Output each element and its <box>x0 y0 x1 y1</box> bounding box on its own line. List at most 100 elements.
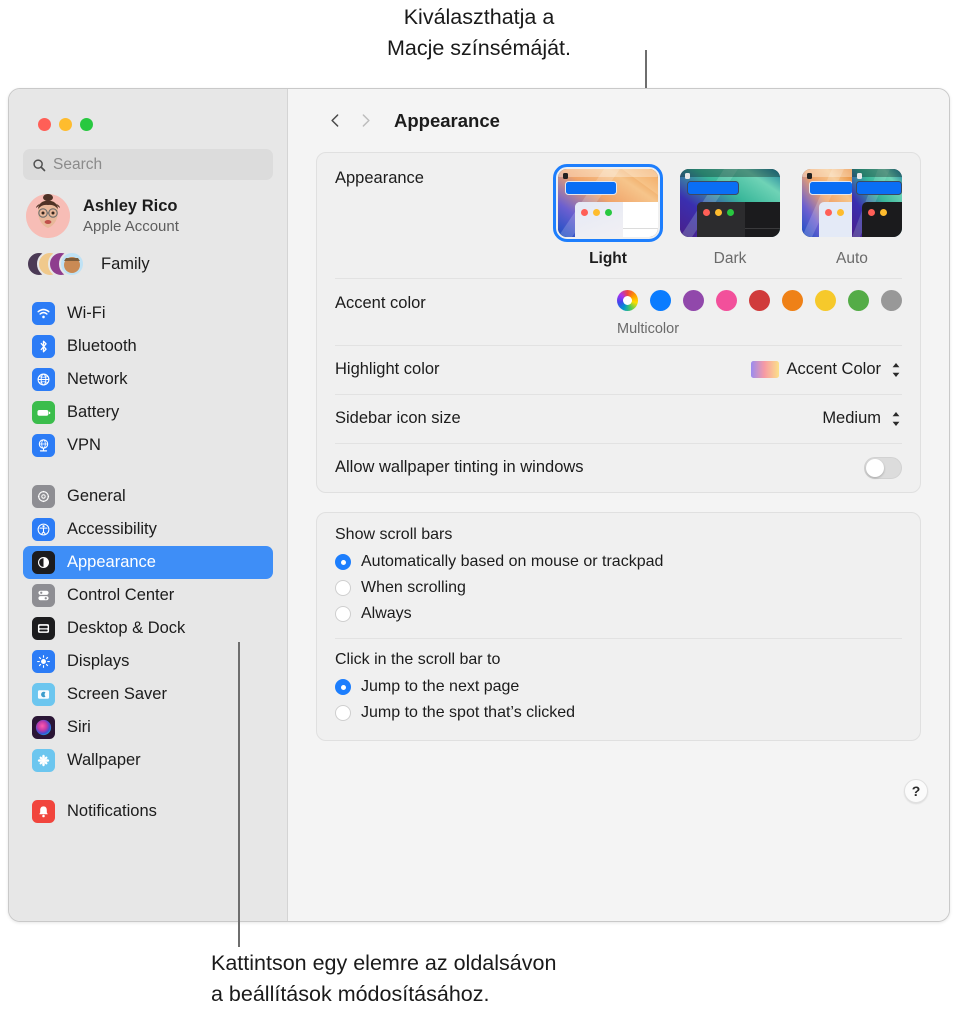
sidebar-icon-size-popup[interactable]: Medium <box>822 409 902 429</box>
sidebar-item-displays[interactable]: Displays <box>23 645 273 678</box>
highlight-color-popup[interactable]: Accent Color <box>751 360 902 380</box>
mini-sidebar <box>697 202 745 237</box>
sidebar-item-desktop-and-dock[interactable]: Desktop & Dock <box>23 612 273 645</box>
accent-color-row: Accent color <box>317 278 920 345</box>
sidebar-item-screen-saver[interactable]: Screen Saver <box>23 678 273 711</box>
close-button[interactable] <box>38 118 51 131</box>
chevron-left-icon[interactable] <box>320 106 350 136</box>
sidebar-item-label: Accessibility <box>67 520 157 539</box>
sidebar-item-label: Appearance <box>67 553 156 572</box>
click-scroll-bar-title: Click in the scroll bar to <box>335 651 902 669</box>
sidebar: Search <box>9 89 288 921</box>
sidebar-item-bluetooth[interactable]: Bluetooth <box>23 330 273 363</box>
sidebar-group-notifications: Notifications <box>23 795 273 828</box>
page-title: Appearance <box>394 110 500 132</box>
battery-icon <box>32 401 55 424</box>
sidebar-item-label: Wi-Fi <box>67 304 105 323</box>
sidebar-item-network[interactable]: Network <box>23 363 273 396</box>
accent-swatch-yellow[interactable] <box>815 290 836 311</box>
sidebar-icon-size-row: Sidebar icon size Medium <box>317 394 920 443</box>
chevron-updown-icon <box>889 409 902 429</box>
appearance-option-dark[interactable]: Dark <box>680 169 780 268</box>
accent-swatch-pink[interactable] <box>716 290 737 311</box>
mini-selection-bar <box>565 181 617 195</box>
account-row[interactable]: Ashley Rico Apple Account <box>23 180 273 242</box>
sidebar-item-label: General <box>67 487 126 506</box>
sidebar-item-control-center[interactable]: Control Center <box>23 579 273 612</box>
mini-traffic-lights <box>581 209 612 216</box>
mini-menubar <box>680 169 780 177</box>
search-input[interactable]: Search <box>23 149 273 180</box>
accent-swatch-purple[interactable] <box>683 290 704 311</box>
sidebar-item-appearance[interactable]: Appearance <box>23 546 273 579</box>
brightness-icon <box>32 650 55 673</box>
siri-icon <box>32 716 55 739</box>
accent-swatch-blue[interactable] <box>650 290 671 311</box>
wallpaper-tinting-toggle[interactable] <box>864 457 902 479</box>
appearance-icon <box>32 551 55 574</box>
mini-window <box>575 202 658 237</box>
mini-menubar <box>558 169 658 177</box>
sidebar-icon-size-value: Medium <box>822 409 881 428</box>
sidebar-item-label: VPN <box>67 436 101 455</box>
minimize-button[interactable] <box>59 118 72 131</box>
sidebar-item-label: Wallpaper <box>67 751 141 770</box>
callout-bottom-leader-line <box>238 642 240 947</box>
sidebar-item-label: Desktop & Dock <box>67 619 185 638</box>
sidebar-item-label: Siri <box>67 718 91 737</box>
sidebar-group-system: General Accessibility Appearance <box>23 480 273 777</box>
sidebar-icon-size-label: Sidebar icon size <box>335 409 822 428</box>
help-button[interactable]: ? <box>904 779 928 803</box>
wallpaper-icon <box>32 749 55 772</box>
accent-swatch-orange[interactable] <box>782 290 803 311</box>
wifi-icon <box>32 302 55 325</box>
sidebar-item-wallpaper[interactable]: Wallpaper <box>23 744 273 777</box>
chevron-right-icon[interactable] <box>350 106 380 136</box>
appearance-option-label: Auto <box>802 250 902 268</box>
accent-swatch-red[interactable] <box>749 290 770 311</box>
radio-jump-next-page[interactable]: Jump to the next page <box>335 674 902 700</box>
radio-when-scrolling[interactable]: When scrolling <box>335 575 902 601</box>
mini-apple-icon <box>685 173 690 179</box>
sidebar-item-label: Notifications <box>67 802 157 821</box>
radio-indicator <box>335 679 351 695</box>
accent-swatch-green[interactable] <box>848 290 869 311</box>
accent-swatch-graphite[interactable] <box>881 290 902 311</box>
radio-indicator <box>335 554 351 570</box>
sidebar-item-notifications[interactable]: Notifications <box>23 795 273 828</box>
show-scroll-bars-title: Show scroll bars <box>335 526 902 544</box>
sidebar-item-family[interactable]: Family <box>23 242 273 279</box>
radio-always[interactable]: Always <box>335 601 902 627</box>
radio-label: Always <box>361 605 412 623</box>
toolbar: Appearance <box>316 89 921 152</box>
radio-jump-to-spot[interactable]: Jump to the spot that’s clicked <box>335 700 902 726</box>
chevron-updown-icon <box>889 360 902 380</box>
accent-color-swatches <box>617 290 902 311</box>
family-label: Family <box>101 255 150 274</box>
sidebar-item-vpn[interactable]: VPN <box>23 429 273 462</box>
sidebar-item-wi-fi[interactable]: Wi-Fi <box>23 297 273 330</box>
appearance-options: Light <box>558 169 902 268</box>
radio-indicator <box>335 705 351 721</box>
highlight-color-row: Highlight color Accent Color <box>317 345 920 394</box>
accent-selected-label: Multicolor <box>617 321 679 337</box>
sidebar-item-label: Bluetooth <box>67 337 137 356</box>
radio-label: Automatically based on mouse or trackpad <box>361 553 663 571</box>
sidebar-item-siri[interactable]: Siri <box>23 711 273 744</box>
account-subtitle: Apple Account <box>83 217 179 237</box>
sidebar-item-accessibility[interactable]: Accessibility <box>23 513 273 546</box>
sidebar-item-battery[interactable]: Battery <box>23 396 273 429</box>
accent-swatch-multicolor[interactable] <box>617 290 638 311</box>
zoom-button[interactable] <box>80 118 93 131</box>
dark-thumbnail <box>680 169 780 237</box>
sidebar-item-general[interactable]: General <box>23 480 273 513</box>
divider <box>335 638 902 639</box>
search-icon <box>32 158 46 172</box>
appearance-option-auto[interactable]: Auto <box>802 169 902 268</box>
radio-indicator <box>335 606 351 622</box>
appearance-option-light[interactable]: Light <box>558 169 658 268</box>
radio-auto-scrollbars[interactable]: Automatically based on mouse or trackpad <box>335 549 902 575</box>
radio-label: When scrolling <box>361 579 466 597</box>
control-center-icon <box>32 584 55 607</box>
appearance-settings-card: Appearance <box>316 152 921 493</box>
